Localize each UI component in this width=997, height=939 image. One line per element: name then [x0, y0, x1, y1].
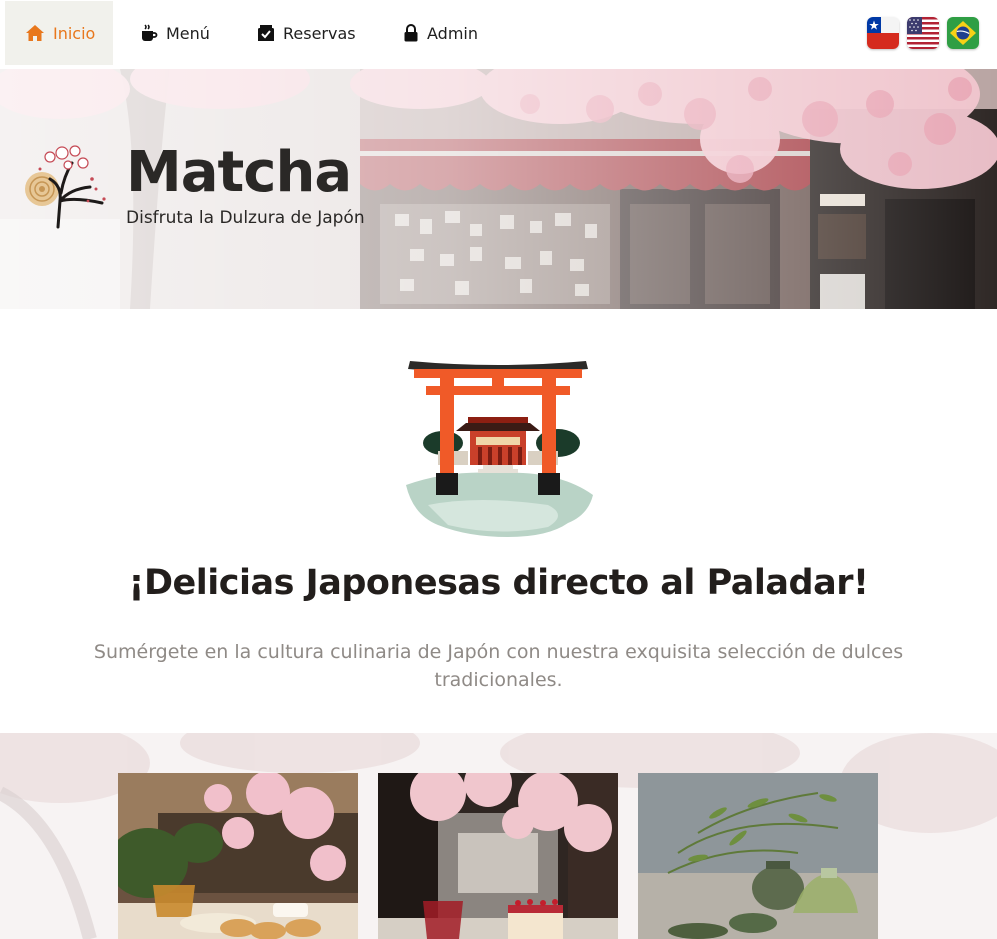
torii-gate-illustration [398, 355, 598, 544]
cherry-tree-logo-icon [20, 141, 112, 237]
usa-flag-icon[interactable] [907, 17, 939, 49]
gallery-photo-cake-street[interactable] [378, 773, 618, 939]
calendar-check-icon [257, 24, 275, 42]
brand-title: Matcha [126, 140, 352, 205]
nav-reservas[interactable]: Reservas [237, 1, 376, 65]
coffee-cup-icon [140, 24, 158, 42]
home-icon [25, 24, 45, 42]
nav-admin-label: Admin [427, 23, 478, 43]
brand-subtitle: Disfruta la Dulzura de Japón [126, 208, 365, 228]
chile-flag-icon[interactable] [867, 17, 899, 49]
gallery-section [0, 733, 997, 939]
nav-reservas-label: Reservas [283, 23, 356, 43]
nav-menu-label: Menú [166, 23, 210, 43]
gallery-photo-tea-sweets[interactable] [118, 773, 358, 939]
brazil-flag-icon[interactable] [947, 17, 979, 49]
hero-banner: Matcha Disfruta la Dulzura de Japón [0, 69, 997, 309]
main-headline: ¡Delicias Japonesas directo al Paladar! [128, 563, 869, 603]
lock-icon [403, 24, 419, 42]
nav-menu[interactable]: Menú [120, 1, 230, 65]
gallery-photo-green-tea[interactable] [638, 773, 878, 939]
top-navbar: Inicio Menú Reservas Admin [0, 0, 997, 69]
nav-inicio[interactable]: Inicio [5, 1, 113, 65]
intro-paragraph: Sumérgete en la cultura culinaria de Jap… [93, 641, 904, 691]
nav-inicio-label: Inicio [53, 23, 96, 43]
nav-admin[interactable]: Admin [383, 1, 498, 65]
